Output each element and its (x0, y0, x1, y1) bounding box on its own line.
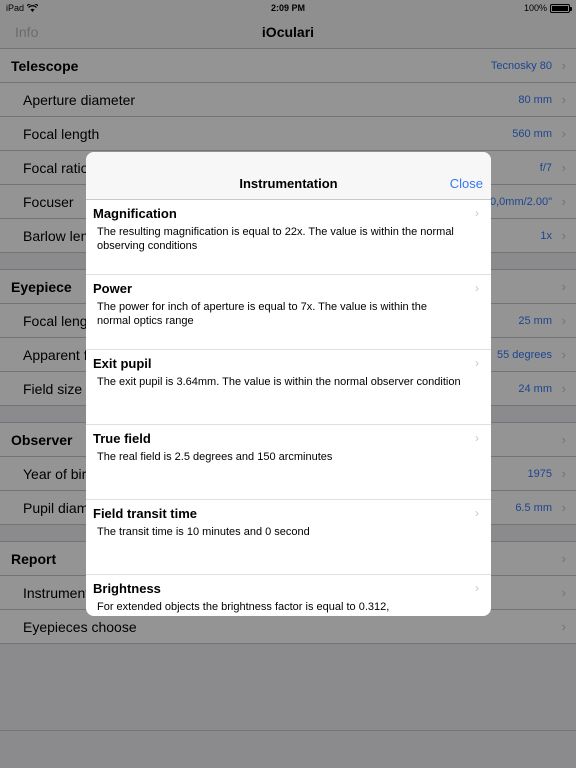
report-item[interactable]: Field transit time The transit time is 1… (86, 500, 491, 575)
instrumentation-modal: Instrumentation Close Magnification The … (86, 152, 491, 616)
modal-title: Instrumentation (239, 176, 338, 191)
report-item[interactable]: Brightness For extended objects the brig… (86, 575, 491, 616)
chevron-right-icon: › (475, 356, 479, 370)
item-body: The power for inch of aperture is equal … (97, 301, 427, 327)
item-body: The transit time is 10 minutes and 0 sec… (97, 526, 310, 538)
close-button[interactable]: Close (450, 176, 483, 191)
item-body: For extended objects the brightness fact… (97, 601, 390, 613)
item-title: Brightness (93, 581, 161, 596)
report-item[interactable]: True field The real field is 2.5 degrees… (86, 425, 491, 500)
chevron-right-icon: › (475, 581, 479, 595)
item-title: Magnification (93, 206, 177, 221)
report-item[interactable]: Exit pupil The exit pupil is 3.64mm. The… (86, 350, 491, 425)
chevron-right-icon: › (475, 281, 479, 295)
chevron-right-icon: › (475, 506, 479, 520)
item-body: The resulting magnification is equal to … (97, 226, 454, 252)
item-title: Exit pupil (93, 356, 152, 371)
item-title: True field (93, 431, 151, 446)
item-body: The exit pupil is 3.64mm. The value is w… (97, 376, 461, 388)
chevron-right-icon: › (475, 431, 479, 445)
item-body: The real field is 2.5 degrees and 150 ar… (97, 451, 333, 463)
modal-header: Instrumentation Close (86, 152, 491, 200)
item-title: Power (93, 281, 133, 296)
report-item[interactable]: Power The power for inch of aperture is … (86, 275, 491, 350)
item-title: Field transit time (93, 506, 198, 521)
report-item[interactable]: Magnification The resulting magnificatio… (86, 200, 491, 275)
chevron-right-icon: › (475, 206, 479, 220)
